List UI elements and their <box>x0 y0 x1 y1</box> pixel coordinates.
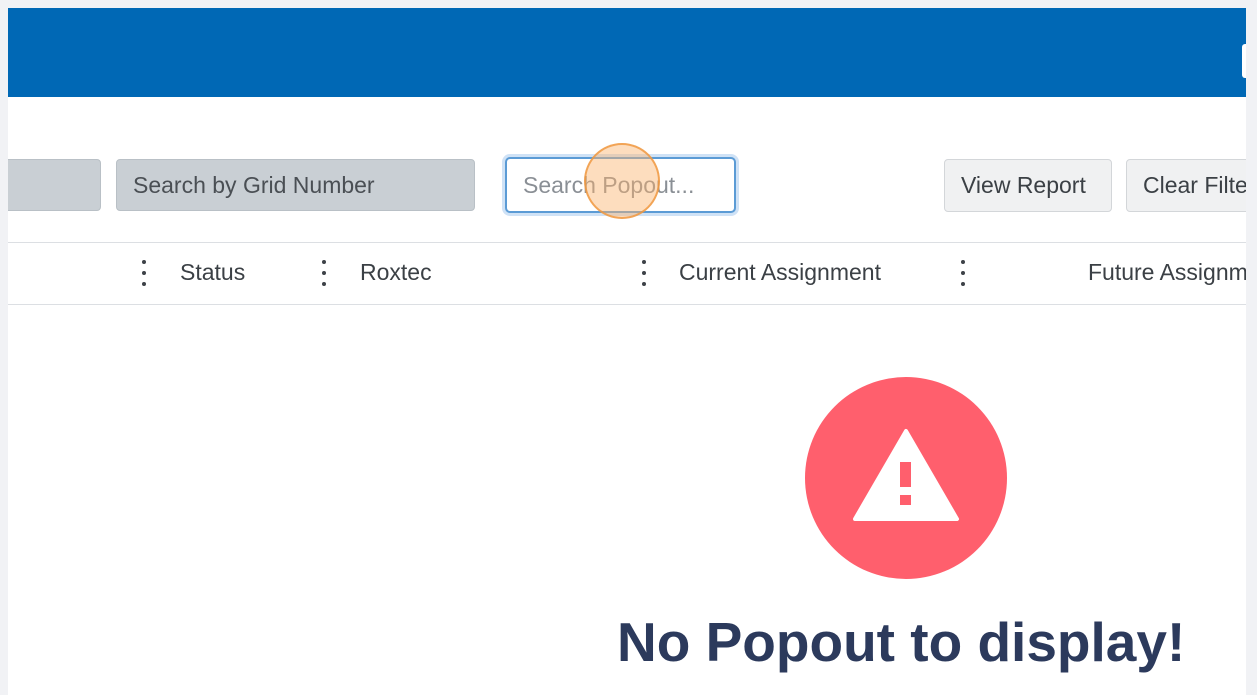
column-menu-icon[interactable] <box>319 257 329 289</box>
grid-number-search-input[interactable]: Search by Grid Number <box>116 159 475 211</box>
popout-search-input[interactable] <box>521 170 734 200</box>
clear-filters-button[interactable]: Clear Filte <box>1126 159 1246 212</box>
column-header-roxtec[interactable]: Roxtec <box>360 259 432 286</box>
column-menu-icon[interactable] <box>139 257 149 289</box>
column-menu-icon[interactable] <box>639 257 649 289</box>
column-header-current-assignment[interactable]: Current Assignment <box>679 259 881 286</box>
column-menu-icon[interactable] <box>958 257 968 289</box>
empty-state-message: No Popout to display! <box>617 611 1186 673</box>
top-navigation-bar <box>8 8 1246 97</box>
table-header-row: Status Roxtec Current Assignment Future … <box>8 242 1246 305</box>
column-header-status[interactable]: Status <box>180 259 245 286</box>
warning-icon <box>805 377 1007 579</box>
view-report-button[interactable]: View Report <box>944 159 1112 212</box>
topbar-control[interactable] <box>1242 44 1246 78</box>
filter-field[interactable] <box>8 159 101 211</box>
column-header-future-assignment[interactable]: Future Assignm <box>1088 259 1246 286</box>
app-viewport: Search by Grid Number View Report Clear … <box>8 8 1246 695</box>
popout-search-field[interactable] <box>505 157 736 213</box>
